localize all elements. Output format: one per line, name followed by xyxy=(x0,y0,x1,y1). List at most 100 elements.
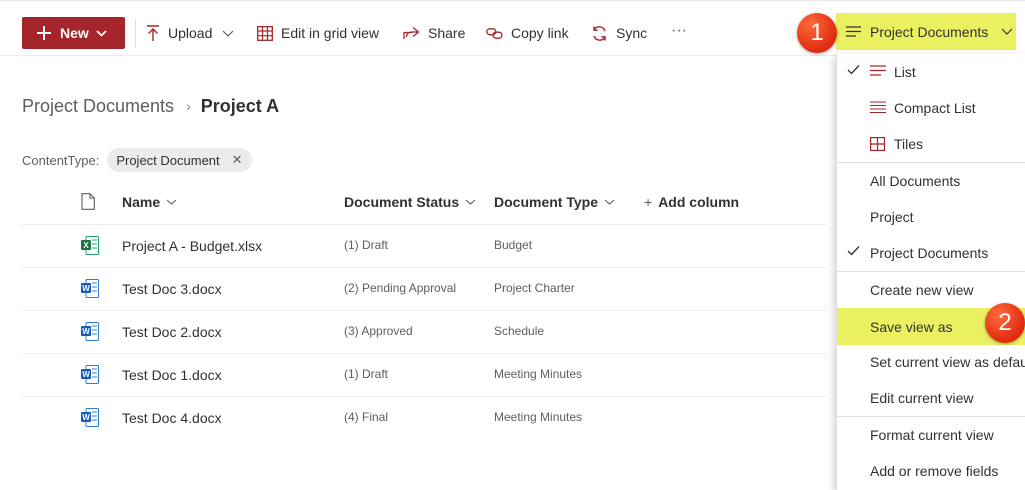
list-view-icon xyxy=(870,65,886,76)
word-icon: W xyxy=(81,279,99,301)
row-type: Budget xyxy=(494,238,533,252)
link-icon xyxy=(486,27,503,39)
type-column-header[interactable]: Document Type xyxy=(494,194,615,210)
table-row[interactable]: W Test Doc 2.docx (3) Approved Schedule xyxy=(22,310,827,353)
menu-item-label: Compact List xyxy=(894,100,976,116)
menu-item-compact-list-layout[interactable]: Compact List xyxy=(837,90,1025,126)
list-view-icon xyxy=(846,26,861,37)
new-button-label: New xyxy=(60,25,89,41)
copy-link-label: Copy link xyxy=(511,25,569,41)
upload-button[interactable]: Upload xyxy=(146,23,234,43)
excel-icon: X xyxy=(81,236,99,258)
status-header-label: Document Status xyxy=(344,194,460,210)
menu-item-create-new-view[interactable]: Create new view xyxy=(837,272,1025,308)
breadcrumb-root[interactable]: Project Documents xyxy=(22,96,174,117)
plus-icon: + xyxy=(644,194,653,210)
svg-text:W: W xyxy=(82,327,90,336)
menu-item-label: All Documents xyxy=(870,173,961,189)
row-name[interactable]: Project A - Budget.xlsx xyxy=(122,238,262,254)
copy-link-button[interactable]: Copy link xyxy=(486,23,569,43)
share-label: Share xyxy=(428,25,466,41)
close-icon[interactable]: ✕ xyxy=(232,152,243,168)
sharepoint-library-page: New Upload Edit in grid view Share Copy … xyxy=(0,0,1025,490)
menu-item-label: Tiles xyxy=(894,136,924,152)
breadcrumb: Project Documents › Project A xyxy=(22,93,279,119)
menu-item-label: Save view as xyxy=(870,318,953,335)
filter-pill[interactable]: Project Document ✕ xyxy=(107,148,252,172)
share-button[interactable]: Share xyxy=(403,23,465,43)
chevron-down-icon xyxy=(604,199,615,205)
more-button[interactable]: ··· xyxy=(671,21,687,41)
menu-item-view-project[interactable]: Project xyxy=(837,199,1025,235)
row-type: Meeting Minutes xyxy=(494,410,583,424)
table-row[interactable]: X Project A - Budget.xlsx (1) Draft Budg… xyxy=(22,224,827,267)
menu-item-tiles-layout[interactable]: Tiles xyxy=(837,126,1025,162)
row-type: Meeting Minutes xyxy=(494,367,583,381)
table-header: Name Document Status Document Type + Add… xyxy=(22,180,827,224)
menu-item-label: Edit current view xyxy=(870,390,974,406)
view-switcher-label: Project Documents xyxy=(870,23,989,40)
filter-bar: ContentType: Project Document ✕ xyxy=(22,148,252,172)
view-switcher-button[interactable]: Project Documents xyxy=(836,13,1016,50)
row-status: (4) Final xyxy=(344,410,389,424)
status-column-header[interactable]: Document Status xyxy=(344,194,476,210)
table-row[interactable]: W Test Doc 3.docx (2) Pending Approval P… xyxy=(22,267,827,310)
menu-item-add-remove-fields[interactable]: Add or remove fields xyxy=(837,453,1025,489)
callout-badge-2: 2 xyxy=(985,303,1025,343)
name-column-header[interactable]: Name xyxy=(122,194,177,210)
filter-pill-label: Project Document xyxy=(116,152,220,168)
breadcrumb-separator: › xyxy=(186,98,191,114)
more-icon: ··· xyxy=(671,22,687,39)
menu-item-set-default-view[interactable]: Set current view as default xyxy=(837,344,1025,380)
new-button[interactable]: New xyxy=(22,17,125,49)
type-header-label: Document Type xyxy=(494,194,598,210)
sync-button[interactable]: Sync xyxy=(591,23,647,43)
edit-grid-view-button[interactable]: Edit in grid view xyxy=(257,23,379,43)
row-status: (1) Draft xyxy=(344,367,389,381)
row-status: (3) Approved xyxy=(344,324,413,338)
row-name[interactable]: Test Doc 1.docx xyxy=(122,367,222,383)
menu-item-label: Add or remove fields xyxy=(870,463,999,479)
menu-item-edit-current-view[interactable]: Edit current view xyxy=(837,380,1025,416)
share-icon xyxy=(403,26,420,39)
checkmark-icon xyxy=(847,65,860,75)
document-icon xyxy=(81,193,95,210)
name-header-label: Name xyxy=(122,194,161,210)
sync-icon xyxy=(593,25,606,41)
table-row[interactable]: W Test Doc 1.docx (1) Draft Meeting Minu… xyxy=(22,353,827,396)
chevron-down-icon xyxy=(1001,28,1013,35)
breadcrumb-current: Project A xyxy=(200,95,280,116)
table-row[interactable]: W Test Doc 4.docx (4) Final Meeting Minu… xyxy=(22,396,827,439)
callout-badge-1: 1 xyxy=(797,13,837,53)
file-type-header[interactable] xyxy=(81,193,95,210)
document-table: Name Document Status Document Type + Add… xyxy=(22,180,827,439)
edit-grid-label: Edit in grid view xyxy=(281,25,380,41)
row-status: (2) Pending Approval xyxy=(344,281,457,295)
chevron-down-icon xyxy=(96,29,107,37)
svg-text:W: W xyxy=(82,413,90,422)
row-name[interactable]: Test Doc 3.docx xyxy=(122,281,222,297)
tiles-icon xyxy=(870,137,885,151)
add-column-label: Add column xyxy=(658,194,740,210)
menu-item-view-all-documents[interactable]: All Documents xyxy=(837,163,1025,199)
toolbar-divider xyxy=(135,19,136,47)
word-icon: W xyxy=(81,408,99,430)
menu-item-label: Format current view xyxy=(870,427,994,443)
menu-item-list-layout[interactable]: List xyxy=(837,54,1025,90)
compact-list-icon xyxy=(870,101,886,114)
grid-icon xyxy=(257,25,273,41)
word-icon: W xyxy=(81,365,99,387)
row-type: Project Charter xyxy=(494,281,575,295)
menu-item-view-project-documents[interactable]: Project Documents xyxy=(837,235,1025,271)
svg-text:X: X xyxy=(83,241,89,250)
menu-item-format-current-view[interactable]: Format current view xyxy=(837,417,1025,453)
chevron-down-icon xyxy=(465,199,476,205)
sync-label: Sync xyxy=(616,25,648,41)
upload-icon xyxy=(147,24,159,41)
row-name[interactable]: Test Doc 4.docx xyxy=(122,410,222,426)
add-column-button[interactable]: + Add column xyxy=(644,194,739,210)
svg-text:W: W xyxy=(82,284,90,293)
command-bar: New Upload Edit in grid view Share Copy … xyxy=(0,0,1025,56)
row-name[interactable]: Test Doc 2.docx xyxy=(122,324,222,340)
menu-item-label: Create new view xyxy=(870,282,974,298)
